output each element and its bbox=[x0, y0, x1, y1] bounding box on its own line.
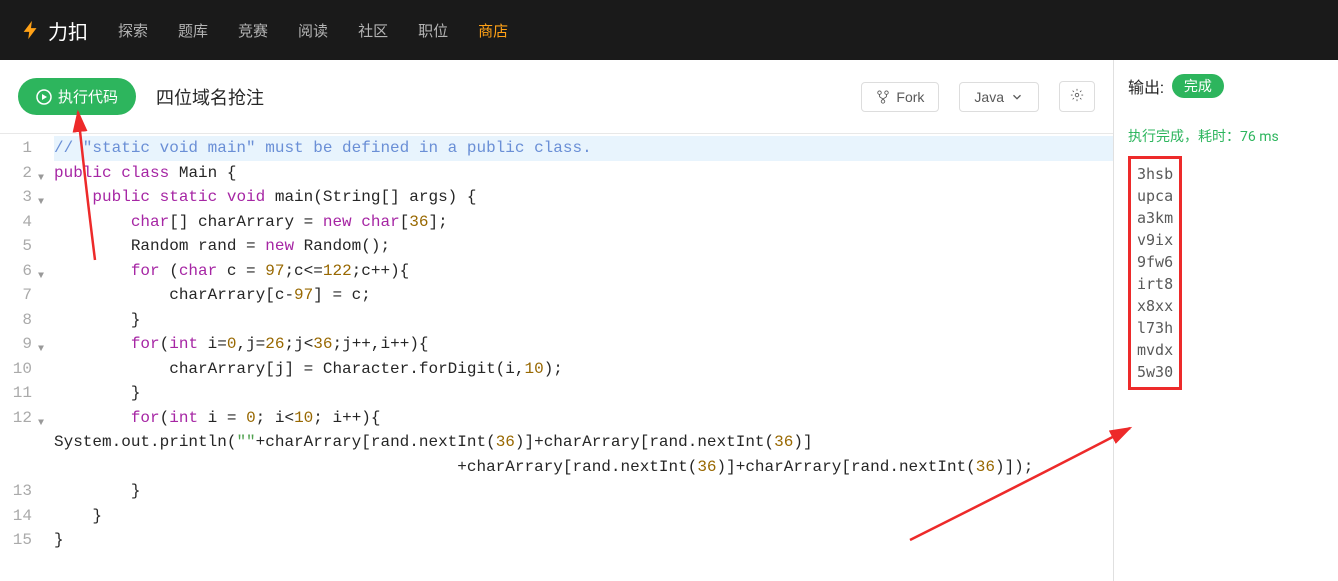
line-number: 3▼ bbox=[0, 185, 40, 210]
code-line[interactable]: public class Main { bbox=[54, 161, 1113, 186]
line-number: 13 bbox=[0, 479, 40, 504]
code-line[interactable]: } bbox=[54, 308, 1113, 333]
gutter: 12▼3▼456▼789▼101112▼131415 bbox=[0, 134, 40, 581]
output-line: 5w30 bbox=[1137, 361, 1173, 383]
language-label: Java bbox=[974, 89, 1004, 105]
editor-pane: 执行代码 四位域名抢注 Fork Java 12▼3▼456▼789▼10111… bbox=[0, 60, 1114, 581]
nav-item-2[interactable]: 竞赛 bbox=[238, 20, 268, 41]
code-line[interactable]: charArrary[j] = Character.forDigit(i,10)… bbox=[54, 357, 1113, 382]
run-code-button[interactable]: 执行代码 bbox=[18, 78, 136, 115]
line-number: 14 bbox=[0, 504, 40, 529]
settings-button[interactable] bbox=[1059, 81, 1095, 112]
fork-label: Fork bbox=[896, 89, 924, 105]
nav-item-6[interactable]: 商店 bbox=[478, 20, 508, 41]
code-line[interactable]: for (char c = 97;c<=122;c++){ bbox=[54, 259, 1113, 284]
chevron-down-icon bbox=[1010, 90, 1024, 104]
line-number: 5 bbox=[0, 234, 40, 259]
line-number bbox=[0, 430, 40, 455]
fork-button[interactable]: Fork bbox=[861, 82, 939, 112]
logo[interactable]: 力扣 bbox=[20, 16, 88, 45]
line-number: 15 bbox=[0, 528, 40, 553]
nav-item-0[interactable]: 探索 bbox=[118, 20, 148, 41]
logo-icon bbox=[20, 19, 42, 41]
code-line[interactable]: Random rand = new Random(); bbox=[54, 234, 1113, 259]
code-line[interactable]: charArrary[c-97] = c; bbox=[54, 283, 1113, 308]
gear-icon bbox=[1070, 88, 1084, 102]
code-area[interactable]: // "static void main" must be defined in… bbox=[40, 134, 1113, 581]
code-line[interactable]: System.out.println(""+charArrary[rand.ne… bbox=[54, 430, 1113, 455]
line-number: 10 bbox=[0, 357, 40, 382]
output-results: 3hsbupcaa3kmv9ix9fw6irt8x8xxl73hmvdx5w30 bbox=[1128, 156, 1182, 390]
code-line[interactable]: // "static void main" must be defined in… bbox=[54, 136, 1113, 161]
output-status-line: 执行完成，耗时：76 ms bbox=[1128, 126, 1324, 146]
output-line: x8xx bbox=[1137, 295, 1173, 317]
logo-text: 力扣 bbox=[48, 16, 88, 45]
line-number: 2▼ bbox=[0, 161, 40, 186]
code-line[interactable]: } bbox=[54, 381, 1113, 406]
play-icon bbox=[36, 89, 52, 105]
code-line[interactable]: } bbox=[54, 528, 1113, 553]
line-number: 8 bbox=[0, 308, 40, 333]
line-number: 12▼ bbox=[0, 406, 40, 431]
output-line: 9fw6 bbox=[1137, 251, 1173, 273]
page-title: 四位域名抢注 bbox=[156, 84, 264, 110]
code-line[interactable]: } bbox=[54, 504, 1113, 529]
line-number: 4 bbox=[0, 210, 40, 235]
nav-item-4[interactable]: 社区 bbox=[358, 20, 388, 41]
output-line: irt8 bbox=[1137, 273, 1173, 295]
nav-item-3[interactable]: 阅读 bbox=[298, 20, 328, 41]
output-label: 输出: bbox=[1128, 74, 1164, 98]
code-line[interactable]: char[] charArrary = new char[36]; bbox=[54, 210, 1113, 235]
code-line[interactable]: +charArrary[rand.nextInt(36)]+charArrary… bbox=[54, 455, 1113, 480]
code-editor[interactable]: 12▼3▼456▼789▼101112▼131415 // "static vo… bbox=[0, 134, 1113, 581]
nav-items: 探索 题库 竞赛 阅读 社区 职位 商店 bbox=[118, 20, 508, 41]
code-line[interactable]: for(int i = 0; i<10; i++){ bbox=[54, 406, 1113, 431]
output-line: a3km bbox=[1137, 207, 1173, 229]
line-number: 11 bbox=[0, 381, 40, 406]
top-nav: 力扣 探索 题库 竞赛 阅读 社区 职位 商店 bbox=[0, 0, 1338, 60]
output-line: mvdx bbox=[1137, 339, 1173, 361]
toolbar: 执行代码 四位域名抢注 Fork Java bbox=[0, 60, 1113, 134]
line-number bbox=[0, 455, 40, 480]
output-line: upca bbox=[1137, 185, 1173, 207]
output-header: 输出: 完成 bbox=[1128, 74, 1324, 98]
nav-item-1[interactable]: 题库 bbox=[178, 20, 208, 41]
line-number: 9▼ bbox=[0, 332, 40, 357]
language-select[interactable]: Java bbox=[959, 82, 1039, 112]
status-badge: 完成 bbox=[1172, 74, 1224, 98]
output-line: v9ix bbox=[1137, 229, 1173, 251]
nav-item-5[interactable]: 职位 bbox=[418, 20, 448, 41]
run-code-label: 执行代码 bbox=[58, 86, 118, 107]
line-number: 7 bbox=[0, 283, 40, 308]
code-line[interactable]: public static void main(String[] args) { bbox=[54, 185, 1113, 210]
line-number: 1 bbox=[0, 136, 40, 161]
fork-icon bbox=[876, 90, 890, 104]
output-line: l73h bbox=[1137, 317, 1173, 339]
output-pane: 输出: 完成 执行完成，耗时：76 ms 3hsbupcaa3kmv9ix9fw… bbox=[1114, 60, 1338, 581]
line-number: 6▼ bbox=[0, 259, 40, 284]
code-line[interactable]: } bbox=[54, 479, 1113, 504]
output-line: 3hsb bbox=[1137, 163, 1173, 185]
code-line[interactable]: for(int i=0,j=26;j<36;j++,i++){ bbox=[54, 332, 1113, 357]
